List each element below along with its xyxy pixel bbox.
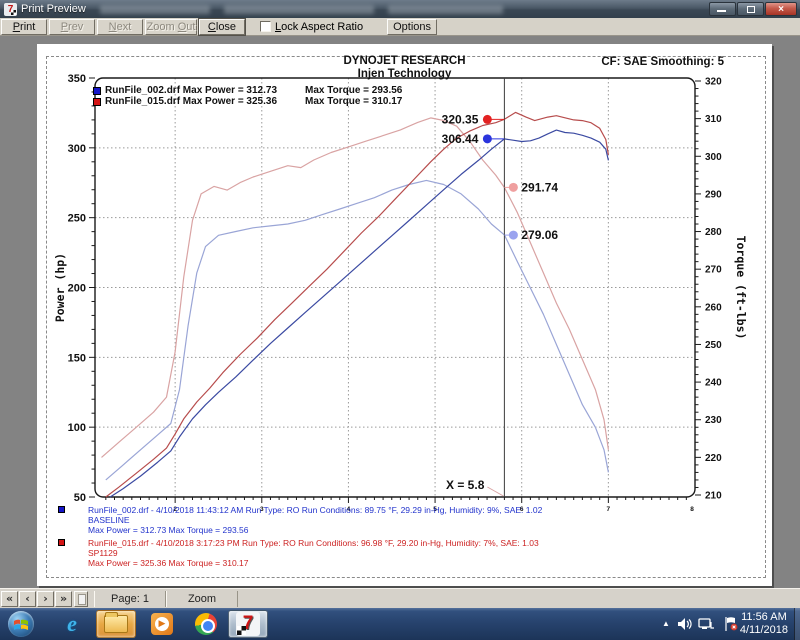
taskbar-item-explorer[interactable] bbox=[96, 610, 136, 638]
svg-text:200: 200 bbox=[68, 283, 86, 295]
svg-text:Power (hp): Power (hp) bbox=[53, 253, 67, 322]
legend-label: RunFile_015.drf Max Power = 325.36 bbox=[105, 96, 305, 107]
svg-text:150: 150 bbox=[68, 352, 86, 364]
close-preview-button[interactable]: Close bbox=[199, 19, 245, 35]
page-number-cell: Page: 1 bbox=[94, 591, 166, 607]
svg-text:291.74: 291.74 bbox=[521, 180, 558, 194]
taskbar-item-internet-explorer[interactable]: e bbox=[52, 610, 92, 638]
run-conditions-line: RunFile_015.drf - 4/10/2018 3:17:23 PM R… bbox=[88, 538, 539, 548]
svg-text:306.44: 306.44 bbox=[442, 132, 479, 146]
status-bar: « ‹ › » Page: 1 Zoom bbox=[0, 588, 800, 608]
close-window-button[interactable]: × bbox=[765, 2, 797, 16]
redacted-title-text bbox=[100, 5, 210, 14]
legend-swatch-blue bbox=[93, 87, 101, 95]
lock-aspect-ratio-control: Lock Aspect Ratio bbox=[260, 21, 363, 33]
legend-row-runfile-015: RunFile_015.drf Max Power = 325.36 Max T… bbox=[93, 96, 402, 107]
taskbar-item-chrome[interactable] bbox=[186, 610, 226, 638]
chrome-icon bbox=[195, 613, 217, 635]
previous-page-button[interactable]: ‹ bbox=[19, 591, 36, 607]
first-page-button[interactable]: « bbox=[1, 591, 18, 607]
options-button[interactable]: Options bbox=[387, 19, 437, 35]
run-info-sp1129: RunFile_015.drf - 4/10/2018 3:17:23 PM R… bbox=[58, 538, 539, 568]
windows-flag-icon bbox=[13, 617, 29, 631]
window-controls: × bbox=[709, 2, 797, 16]
svg-text:240: 240 bbox=[705, 378, 722, 389]
taskbar-item-media-player[interactable]: ▶ bbox=[142, 610, 182, 638]
redacted-title-text bbox=[224, 5, 374, 14]
taskbar-clock[interactable]: 11:56 AM 4/11/2018 bbox=[740, 611, 788, 637]
run-swatch-blue bbox=[58, 506, 65, 513]
svg-text:320: 320 bbox=[705, 77, 722, 88]
clock-time: 11:56 AM bbox=[740, 611, 788, 624]
svg-text:300: 300 bbox=[705, 152, 722, 163]
title-bar: 7 Print Preview × bbox=[0, 0, 800, 18]
svg-text:290: 290 bbox=[705, 189, 722, 200]
svg-text:8: 8 bbox=[690, 506, 694, 513]
lock-aspect-ratio-label: Lock Aspect Ratio bbox=[275, 21, 363, 33]
action-center-flag-icon[interactable] bbox=[724, 617, 738, 631]
window-title: Print Preview bbox=[21, 3, 86, 15]
media-player-icon: ▶ bbox=[151, 613, 173, 635]
prev-page-button[interactable]: Prev bbox=[49, 19, 95, 35]
minimize-button[interactable] bbox=[709, 2, 736, 16]
svg-text:320.35: 320.35 bbox=[442, 112, 479, 126]
show-desktop-button[interactable] bbox=[794, 608, 800, 640]
run-conditions-line: RunFile_002.drf - 4/10/2018 11:43:12 AM … bbox=[88, 505, 542, 515]
internet-explorer-icon: e bbox=[67, 611, 77, 637]
redacted-title-text bbox=[388, 5, 503, 14]
print-button[interactable]: Print bbox=[1, 19, 47, 35]
run-info-baseline: RunFile_002.drf - 4/10/2018 11:43:12 AM … bbox=[58, 505, 542, 535]
hidden-icons-arrow[interactable]: ▲ bbox=[662, 619, 670, 628]
svg-text:260: 260 bbox=[705, 302, 722, 313]
svg-text:270: 270 bbox=[705, 265, 722, 276]
zoom-out-button[interactable]: Zoom Out bbox=[145, 19, 197, 35]
run-swatch-red bbox=[58, 539, 65, 546]
legend-label: RunFile_002.drf Max Power = 312.73 bbox=[105, 85, 305, 96]
last-page-button[interactable]: » bbox=[55, 591, 72, 607]
network-icon[interactable] bbox=[698, 618, 714, 630]
svg-text:230: 230 bbox=[705, 415, 722, 426]
speaker-icon[interactable] bbox=[678, 618, 692, 630]
svg-text:Torque (ft-lbs): Torque (ft-lbs) bbox=[734, 236, 748, 340]
lock-aspect-ratio-checkbox[interactable] bbox=[260, 21, 271, 32]
restore-button[interactable] bbox=[737, 2, 764, 16]
report-page: DYNOJET RESEARCH Injen Technology CF: SA… bbox=[37, 44, 772, 586]
start-button[interactable] bbox=[8, 611, 34, 637]
run-name: BASELINE bbox=[88, 515, 542, 525]
run-name: SP1129 bbox=[88, 548, 539, 558]
svg-text:350: 350 bbox=[68, 73, 86, 85]
svg-text:100: 100 bbox=[68, 422, 86, 434]
run-max-values: Max Power = 325.36 Max Torque = 310.17 bbox=[88, 558, 539, 568]
taskbar: e ▶ 7 ▲ bbox=[0, 608, 800, 640]
clock-date: 4/11/2018 bbox=[740, 624, 788, 637]
zoom-cell: Zoom bbox=[166, 591, 238, 607]
taskbar-item-winpep7[interactable]: 7 bbox=[228, 610, 268, 638]
svg-text:279.06: 279.06 bbox=[521, 228, 558, 242]
print-preview-window: 7 Print Preview × Print Prev Next Zoom O… bbox=[0, 0, 800, 640]
page-setup-icon[interactable] bbox=[74, 591, 88, 607]
preview-area: DYNOJET RESEARCH Injen Technology CF: SA… bbox=[0, 36, 800, 588]
folder-icon bbox=[104, 615, 128, 633]
winpep7-icon: 7 bbox=[236, 612, 260, 636]
legend-swatch-red bbox=[93, 98, 101, 106]
svg-text:250: 250 bbox=[705, 340, 722, 351]
toolbar: Print Prev Next Zoom Out Close Lock Aspe… bbox=[0, 18, 800, 36]
app-icon: 7 bbox=[4, 3, 17, 16]
svg-text:7: 7 bbox=[607, 506, 611, 513]
run-max-values: Max Power = 312.73 Max Torque = 293.56 bbox=[88, 525, 542, 535]
next-page-button[interactable]: Next bbox=[97, 19, 143, 35]
svg-text:250: 250 bbox=[68, 213, 86, 225]
next-page-nav-button[interactable]: › bbox=[37, 591, 54, 607]
svg-text:X = 5.8: X = 5.8 bbox=[446, 478, 485, 492]
svg-text:50: 50 bbox=[74, 492, 86, 504]
svg-text:280: 280 bbox=[705, 227, 722, 238]
legend-torque: Max Torque = 310.17 bbox=[305, 96, 402, 107]
svg-text:300: 300 bbox=[68, 143, 86, 155]
legend-row-runfile-002: RunFile_002.drf Max Power = 312.73 Max T… bbox=[93, 85, 402, 96]
legend-torque: Max Torque = 293.56 bbox=[305, 85, 402, 96]
svg-text:210: 210 bbox=[705, 491, 722, 502]
svg-text:310: 310 bbox=[705, 114, 722, 125]
svg-text:220: 220 bbox=[705, 453, 722, 464]
chart-legend: RunFile_002.drf Max Power = 312.73 Max T… bbox=[93, 85, 402, 107]
